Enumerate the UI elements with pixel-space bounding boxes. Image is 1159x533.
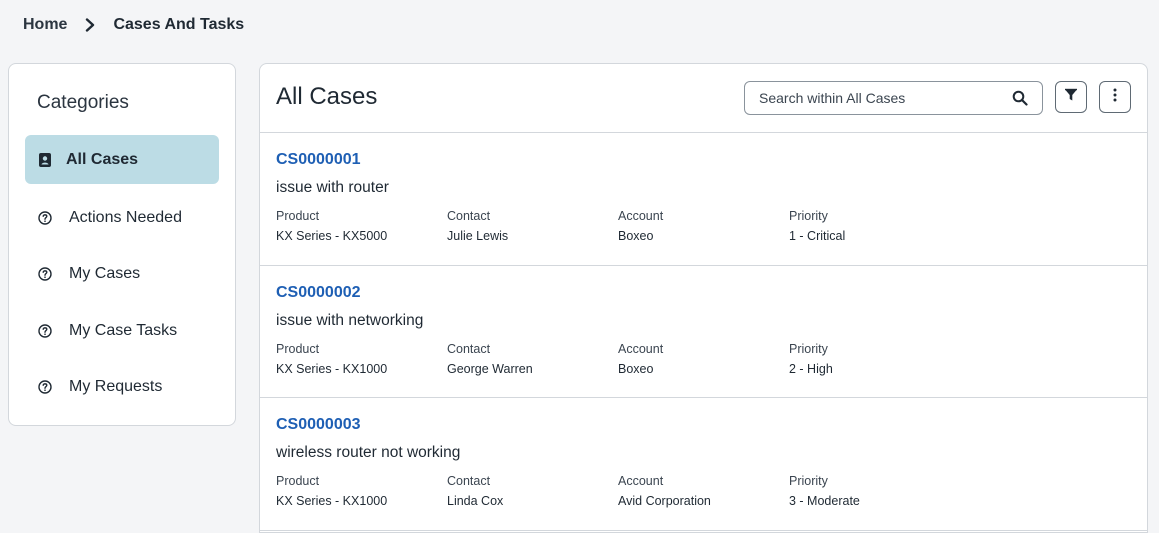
breadcrumb-home-link[interactable]: Home <box>23 16 67 34</box>
contact-field: Contact Julie Lewis <box>447 209 508 243</box>
sidebar-item-label: All Cases <box>66 150 139 168</box>
field-value: KX Series - KX1000 <box>276 494 388 508</box>
sidebar-item-label: My Requests <box>69 377 163 395</box>
field-value: Boxeo <box>618 229 654 243</box>
field-label: Contact <box>447 474 491 488</box>
sidebar-item-label: Actions Needed <box>69 208 182 226</box>
contact-book-icon <box>36 151 54 169</box>
field-value: Julie Lewis <box>447 229 509 243</box>
case-list: CS0000001 issue with router Product KX S… <box>260 133 1147 531</box>
case-number-link[interactable]: CS0000002 <box>276 284 361 302</box>
field-label: Priority <box>789 209 828 223</box>
categories-sidebar: Categories All Cases Actions Needed My C… <box>8 63 236 426</box>
field-label: Account <box>618 341 664 356</box>
sidebar-item-my-cases[interactable]: My Cases <box>25 249 219 298</box>
question-circle-icon <box>36 265 54 283</box>
field-label: Priority <box>789 474 828 488</box>
field-label: Contact <box>447 341 491 356</box>
sidebar-item-label: My Case Tasks <box>69 321 178 339</box>
question-circle-icon <box>36 322 54 340</box>
field-label: Product <box>276 209 320 223</box>
question-circle-icon <box>36 209 54 227</box>
case-number-link[interactable]: CS0000001 <box>276 151 361 169</box>
panel-header: All Cases <box>260 64 1147 133</box>
field-label: Account <box>618 209 664 223</box>
case-number-link[interactable]: CS0000003 <box>276 416 361 434</box>
contact-field: Contact Linda Cox <box>447 474 503 508</box>
account-field: Account Boxeo <box>618 342 663 376</box>
contact-field: Contact George Warren <box>447 342 533 376</box>
field-value: KX Series - KX1000 <box>276 361 388 376</box>
case-description: issue with networking <box>276 311 424 329</box>
sidebar-item-all-cases[interactable]: All Cases <box>25 135 219 184</box>
account-field: Account Boxeo <box>618 209 663 243</box>
search-box <box>744 81 1043 115</box>
breadcrumb-current: Cases And Tasks <box>113 16 245 33</box>
field-label: Product <box>276 474 320 488</box>
field-value: 3 - Moderate <box>789 494 860 508</box>
chevron-right-icon <box>67 18 113 32</box>
product-field: Product KX Series - KX1000 <box>276 474 387 508</box>
breadcrumb: Home Cases And Tasks <box>23 14 244 36</box>
case-row[interactable]: CS0000001 issue with router Product KX S… <box>260 133 1147 266</box>
account-field: Account Avid Corporation <box>618 474 711 508</box>
search-icon[interactable] <box>1012 90 1028 106</box>
filter-icon <box>1064 88 1078 107</box>
case-description: wireless router not working <box>276 444 461 461</box>
case-description: issue with router <box>276 179 389 196</box>
field-value: Avid Corporation <box>618 494 711 508</box>
more-options-button[interactable] <box>1099 81 1131 113</box>
field-label: Priority <box>789 341 828 356</box>
field-label: Product <box>276 341 320 356</box>
filter-button[interactable] <box>1055 81 1087 113</box>
sidebar-title: Categories <box>37 92 129 113</box>
priority-field: Priority 1 - Critical <box>789 209 845 243</box>
product-field: Product KX Series - KX5000 <box>276 209 387 243</box>
field-value: George Warren <box>447 361 533 376</box>
page-title: All Cases <box>276 83 378 110</box>
more-vertical-icon <box>1113 88 1117 107</box>
product-field: Product KX Series - KX1000 <box>276 342 387 376</box>
field-value: 1 - Critical <box>789 229 846 243</box>
sidebar-item-actions-needed[interactable]: Actions Needed <box>25 193 219 242</box>
question-circle-icon <box>36 378 54 396</box>
field-value: Boxeo <box>618 361 654 376</box>
field-value: Linda Cox <box>447 494 504 508</box>
priority-field: Priority 2 - High <box>789 342 833 376</box>
search-input[interactable] <box>745 82 1005 114</box>
case-row[interactable]: CS0000003 wireless router not working Pr… <box>260 398 1147 531</box>
field-label: Contact <box>447 209 491 223</box>
sidebar-item-my-requests[interactable]: My Requests <box>25 362 219 411</box>
cases-panel: All Cases CS0000001 issue with router Pr… <box>259 63 1148 533</box>
field-label: Account <box>618 474 664 488</box>
field-value: KX Series - KX5000 <box>276 229 388 243</box>
sidebar-item-label: My Cases <box>69 264 141 282</box>
field-value: 2 - High <box>789 361 833 376</box>
case-row[interactable]: CS0000002 issue with networking Product … <box>260 266 1147 398</box>
priority-field: Priority 3 - Moderate <box>789 474 860 508</box>
sidebar-item-my-case-tasks[interactable]: My Case Tasks <box>25 306 219 355</box>
